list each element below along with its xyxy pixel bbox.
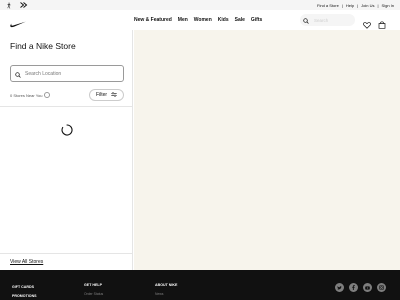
- menu-item-sale[interactable]: Sale: [235, 17, 245, 23]
- filter-label: Filter: [95, 92, 108, 98]
- search-icon: [15, 65, 21, 83]
- page-title: Find a Nike Store: [10, 41, 76, 51]
- help-link[interactable]: Help: [346, 3, 354, 8]
- filter-button[interactable]: Filter: [89, 89, 124, 101]
- site-footer: GIFT CARDS PROMOTIONS GET HELP Order Sta…: [0, 270, 400, 300]
- primary-menu: New & Featured Men Women Kids Sale Gifts: [134, 10, 262, 30]
- footer-news-link[interactable]: News: [155, 292, 163, 296]
- menu-item-new-featured[interactable]: New & Featured: [134, 17, 172, 23]
- separator: |: [357, 2, 359, 8]
- stores-near-you: 0 Stores Near You: [10, 92, 51, 98]
- near-me-toggle[interactable]: [44, 92, 51, 98]
- divider: [0, 106, 133, 107]
- store-search-panel: Find a Nike Store 0 Stores Near You Filt…: [0, 30, 133, 270]
- converse-logo-icon[interactable]: [20, 2, 28, 8]
- join-us-link[interactable]: Join Us: [361, 3, 374, 8]
- panel-footer: View All Stores: [0, 253, 133, 270]
- nike-store-locator-page: Find a Store | Help | Join Us | Sign In …: [0, 0, 400, 300]
- facebook-icon[interactable]: [349, 283, 358, 292]
- footer-about-nike-heading[interactable]: ABOUT NIKE: [155, 283, 177, 287]
- sign-in-link[interactable]: Sign In: [382, 3, 394, 8]
- view-all-stores-link[interactable]: View All Stores: [10, 259, 43, 265]
- location-search-box[interactable]: [10, 65, 124, 82]
- main-nav: New & Featured Men Women Kids Sale Gifts: [0, 10, 400, 30]
- find-a-store-link[interactable]: Find a Store: [317, 3, 339, 8]
- separator: |: [377, 2, 379, 8]
- site-search-input[interactable]: [314, 17, 352, 23]
- menu-item-women[interactable]: Women: [194, 17, 212, 23]
- location-search-input[interactable]: [25, 70, 115, 77]
- utility-bar: Find a Store | Help | Join Us | Sign In: [0, 0, 400, 10]
- site-search[interactable]: [300, 14, 355, 26]
- search-icon[interactable]: [303, 11, 309, 29]
- instagram-icon[interactable]: [377, 283, 386, 292]
- separator: |: [341, 2, 343, 8]
- footer-gift-cards-link[interactable]: GIFT CARDS: [12, 285, 34, 289]
- store-map[interactable]: [134, 30, 400, 270]
- twitter-icon[interactable]: [335, 283, 344, 292]
- youtube-icon[interactable]: [363, 283, 372, 292]
- loading-spinner-icon: [61, 123, 73, 141]
- footer-promotions-link[interactable]: PROMOTIONS: [12, 294, 37, 298]
- footer-order-status-link[interactable]: Order Status: [84, 292, 103, 296]
- menu-item-kids[interactable]: Kids: [218, 17, 229, 23]
- footer-get-help-heading[interactable]: GET HELP: [84, 283, 102, 287]
- menu-item-men[interactable]: Men: [178, 17, 188, 23]
- jordan-logo-icon[interactable]: [6, 2, 12, 9]
- filter-sliders-icon: [111, 91, 117, 99]
- brand-links: [6, 2, 28, 9]
- utility-links: Find a Store | Help | Join Us | Sign In: [317, 3, 394, 8]
- menu-item-gifts[interactable]: Gifts: [251, 17, 262, 23]
- stores-near-label: 0 Stores Near You: [10, 92, 43, 98]
